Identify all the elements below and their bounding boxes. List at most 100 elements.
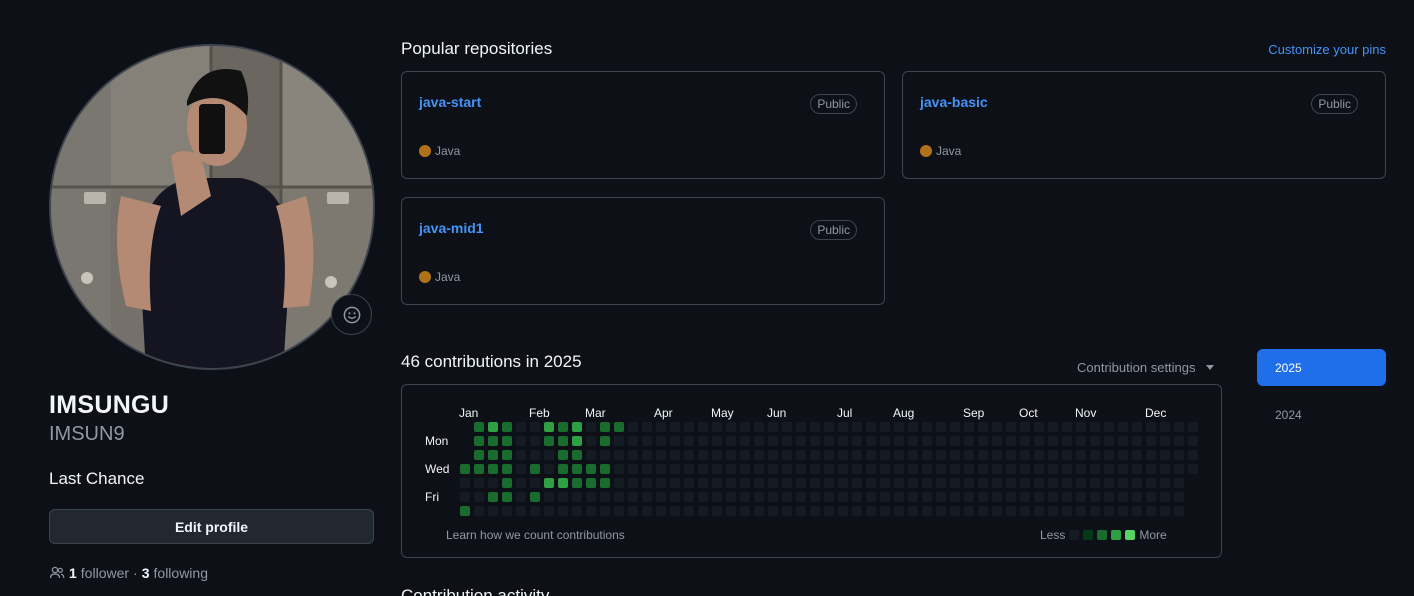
contribution-day[interactable] xyxy=(1006,450,1016,460)
contribution-day[interactable] xyxy=(936,422,946,432)
contribution-day[interactable] xyxy=(684,450,694,460)
contribution-day[interactable] xyxy=(740,436,750,446)
contribution-day[interactable] xyxy=(712,478,722,488)
contribution-day[interactable] xyxy=(656,422,666,432)
contribution-day[interactable] xyxy=(474,422,484,432)
contribution-day[interactable] xyxy=(880,464,890,474)
contribution-day[interactable] xyxy=(866,450,876,460)
contribution-day[interactable] xyxy=(1132,478,1142,488)
contribution-day[interactable] xyxy=(516,506,526,516)
contribution-day[interactable] xyxy=(1174,478,1184,488)
contribution-day[interactable] xyxy=(908,492,918,502)
contribution-day[interactable] xyxy=(1034,506,1044,516)
contribution-day[interactable] xyxy=(628,450,638,460)
contribution-day[interactable] xyxy=(670,506,680,516)
contribution-day[interactable] xyxy=(964,436,974,446)
contribution-day[interactable] xyxy=(530,450,540,460)
contribution-day[interactable] xyxy=(656,492,666,502)
contribution-day[interactable] xyxy=(1146,450,1156,460)
contribution-day[interactable] xyxy=(586,478,596,488)
contribution-day[interactable] xyxy=(488,506,498,516)
contribution-day[interactable] xyxy=(936,464,946,474)
contribution-day[interactable] xyxy=(964,464,974,474)
contribution-day[interactable] xyxy=(600,506,610,516)
contribution-day[interactable] xyxy=(698,422,708,432)
contribution-day[interactable] xyxy=(992,492,1002,502)
contribution-day[interactable] xyxy=(754,478,764,488)
contribution-day[interactable] xyxy=(810,464,820,474)
contribution-day[interactable] xyxy=(1034,492,1044,502)
contribution-day[interactable] xyxy=(1090,492,1100,502)
contribution-day[interactable] xyxy=(572,506,582,516)
contribution-day[interactable] xyxy=(1118,436,1128,446)
contribution-day[interactable] xyxy=(474,450,484,460)
contribution-day[interactable] xyxy=(614,478,624,488)
contribution-day[interactable] xyxy=(1104,506,1114,516)
contribution-day[interactable] xyxy=(698,506,708,516)
contribution-day[interactable] xyxy=(698,464,708,474)
contribution-day[interactable] xyxy=(600,478,610,488)
contribution-day[interactable] xyxy=(880,492,890,502)
contribution-day[interactable] xyxy=(460,478,470,488)
contribution-day[interactable] xyxy=(852,506,862,516)
contribution-day[interactable] xyxy=(1104,492,1114,502)
contribution-day[interactable] xyxy=(978,464,988,474)
contribution-day[interactable] xyxy=(502,436,512,446)
contribution-day[interactable] xyxy=(1076,436,1086,446)
contribution-day[interactable] xyxy=(880,506,890,516)
contribution-day[interactable] xyxy=(474,506,484,516)
contribution-day[interactable] xyxy=(782,422,792,432)
contribution-day[interactable] xyxy=(1146,436,1156,446)
contribution-day[interactable] xyxy=(740,464,750,474)
repo-name-link[interactable]: java-basic xyxy=(920,94,988,110)
contribution-day[interactable] xyxy=(796,436,806,446)
contribution-day[interactable] xyxy=(754,450,764,460)
contribution-day[interactable] xyxy=(922,450,932,460)
contribution-day[interactable] xyxy=(964,492,974,502)
contribution-day[interactable] xyxy=(488,422,498,432)
contribution-day[interactable] xyxy=(782,436,792,446)
contribution-day[interactable] xyxy=(1020,422,1030,432)
contribution-day[interactable] xyxy=(558,436,568,446)
contribution-day[interactable] xyxy=(474,436,484,446)
contribution-day[interactable] xyxy=(824,464,834,474)
contribution-day[interactable] xyxy=(1146,478,1156,488)
contribution-day[interactable] xyxy=(600,464,610,474)
contribution-day[interactable] xyxy=(1160,436,1170,446)
year-2024-button[interactable]: 2024 xyxy=(1257,396,1386,433)
contribution-day[interactable] xyxy=(614,436,624,446)
contribution-day[interactable] xyxy=(810,450,820,460)
contribution-day[interactable] xyxy=(1146,492,1156,502)
contribution-day[interactable] xyxy=(628,422,638,432)
contribution-day[interactable] xyxy=(460,492,470,502)
contribution-day[interactable] xyxy=(488,450,498,460)
contribution-day[interactable] xyxy=(922,422,932,432)
contribution-day[interactable] xyxy=(1076,422,1086,432)
contribution-day[interactable] xyxy=(1062,478,1072,488)
contribution-day[interactable] xyxy=(922,492,932,502)
contribution-day[interactable] xyxy=(502,422,512,432)
contribution-day[interactable] xyxy=(1034,422,1044,432)
contribution-day[interactable] xyxy=(698,492,708,502)
contribution-day[interactable] xyxy=(572,492,582,502)
contribution-day[interactable] xyxy=(530,464,540,474)
contribution-day[interactable] xyxy=(474,478,484,488)
customize-pins-link[interactable]: Customize your pins xyxy=(1268,42,1386,57)
contribution-day[interactable] xyxy=(1048,506,1058,516)
contribution-day[interactable] xyxy=(516,492,526,502)
contribution-day[interactable] xyxy=(1006,436,1016,446)
contribution-day[interactable] xyxy=(642,478,652,488)
contribution-day[interactable] xyxy=(1118,422,1128,432)
contribution-day[interactable] xyxy=(726,506,736,516)
contribution-day[interactable] xyxy=(1132,464,1142,474)
contribution-day[interactable] xyxy=(600,450,610,460)
contribution-day[interactable] xyxy=(810,478,820,488)
contribution-day[interactable] xyxy=(726,492,736,502)
contribution-day[interactable] xyxy=(1090,464,1100,474)
contribution-day[interactable] xyxy=(558,422,568,432)
contribution-day[interactable] xyxy=(824,478,834,488)
contribution-day[interactable] xyxy=(866,492,876,502)
contribution-day[interactable] xyxy=(558,464,568,474)
contribution-day[interactable] xyxy=(698,436,708,446)
contribution-day[interactable] xyxy=(992,436,1002,446)
